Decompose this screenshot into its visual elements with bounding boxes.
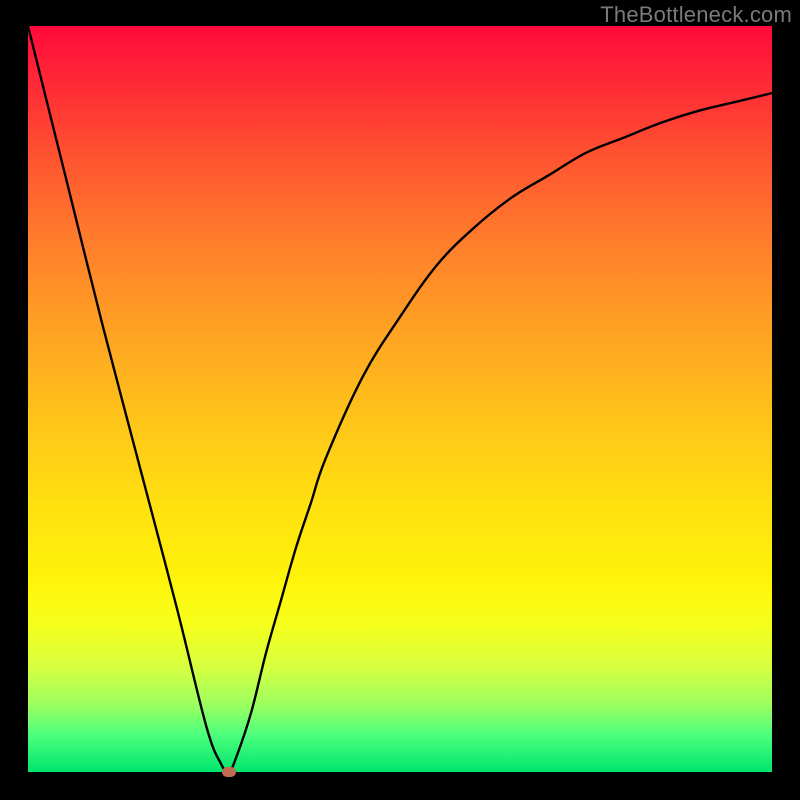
- plot-area: [28, 26, 772, 772]
- minimum-marker: [222, 767, 236, 777]
- watermark-text: TheBottleneck.com: [600, 2, 792, 28]
- chart-frame: TheBottleneck.com: [0, 0, 800, 800]
- bottleneck-curve: [28, 26, 772, 772]
